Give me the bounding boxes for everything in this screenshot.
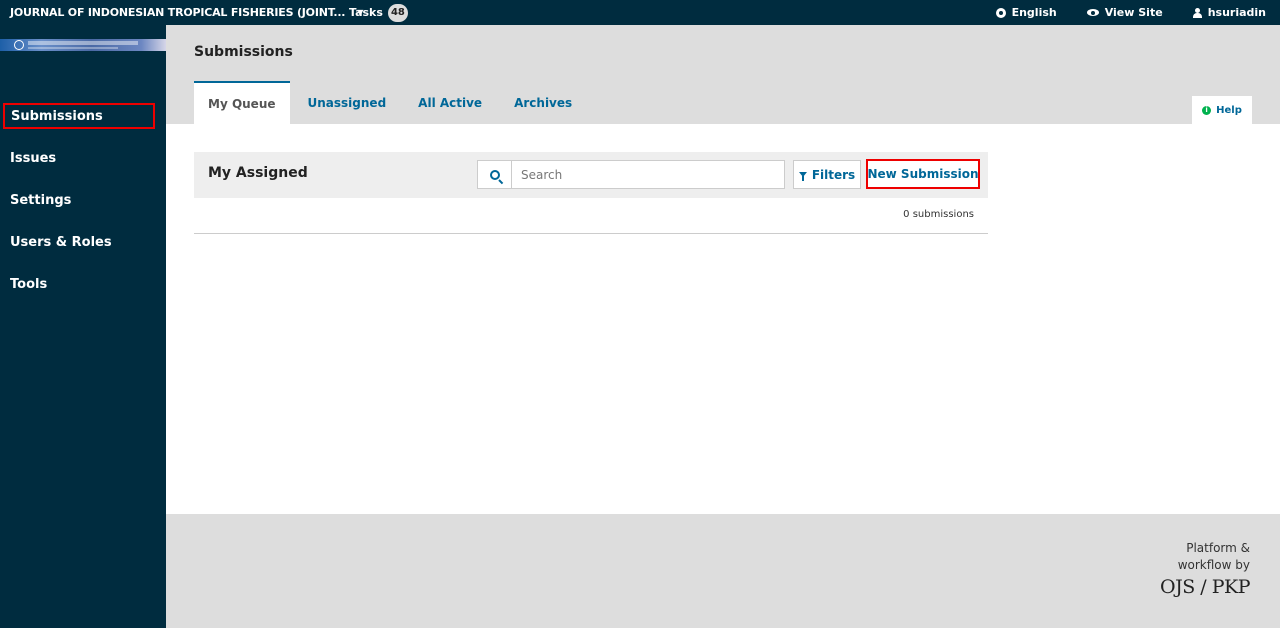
sidebar-item-label: Settings bbox=[10, 192, 72, 208]
search-input[interactable] bbox=[512, 161, 784, 188]
search-box bbox=[477, 160, 785, 189]
pkp-brand-link[interactable]: Platform & workflow by OJS / PKP bbox=[1160, 540, 1250, 598]
tasks-button[interactable]: Tasks 48 bbox=[349, 0, 408, 25]
new-submission-button[interactable]: New Submission bbox=[866, 159, 980, 189]
tab-bar: My Queue Unassigned All Active Archives bbox=[194, 81, 590, 124]
tab-my-queue[interactable]: My Queue bbox=[194, 81, 290, 124]
help-button[interactable]: i Help bbox=[1192, 96, 1252, 124]
panel-footer: 0 submissions bbox=[194, 198, 988, 234]
view-site-label: View Site bbox=[1104, 6, 1163, 19]
logo-emblem bbox=[14, 40, 24, 50]
language-menu[interactable]: English bbox=[995, 6, 1057, 19]
logo-title-strip bbox=[28, 41, 138, 45]
brand-line-1: Platform & bbox=[1186, 541, 1250, 555]
sidebar-item-label: Submissions bbox=[11, 108, 103, 124]
user-icon bbox=[1192, 7, 1202, 18]
sidebar-item-label: Issues bbox=[10, 150, 57, 166]
top-bar: JOURNAL OF INDONESIAN TROPICAL FISHERIES… bbox=[0, 0, 1280, 25]
journal-logo[interactable] bbox=[0, 39, 166, 51]
help-label: Help bbox=[1216, 104, 1242, 116]
sidebar-item-tools[interactable]: Tools bbox=[0, 263, 166, 305]
user-menu[interactable]: hsuriadin bbox=[1192, 6, 1266, 19]
username-label: hsuriadin bbox=[1207, 6, 1266, 19]
page-title: Submissions bbox=[194, 44, 293, 60]
view-site-link[interactable]: View Site bbox=[1086, 6, 1163, 19]
submissions-list-panel: My Assigned Filters New Submission 0 sub… bbox=[194, 152, 988, 234]
tab-all-active[interactable]: All Active bbox=[404, 81, 496, 124]
panel-title: My Assigned bbox=[208, 165, 308, 181]
filters-label: Filters bbox=[811, 167, 856, 182]
sidebar-item-submissions[interactable]: Submissions bbox=[3, 103, 155, 129]
page-footer: Platform & workflow by OJS / PKP bbox=[166, 514, 1280, 628]
search-button[interactable] bbox=[478, 161, 512, 188]
language-label: English bbox=[1011, 6, 1057, 19]
eye-icon bbox=[1086, 9, 1099, 16]
logo-subtitle-strip bbox=[28, 47, 118, 49]
journal-context-switcher[interactable]: JOURNAL OF INDONESIAN TROPICAL FISHERIES… bbox=[10, 0, 363, 25]
sidebar: Submissions Issues Settings Users & Role… bbox=[0, 25, 166, 628]
search-icon bbox=[489, 169, 500, 180]
sidebar-item-label: Tools bbox=[10, 276, 48, 292]
sidebar-item-issues[interactable]: Issues bbox=[0, 137, 166, 179]
sidebar-item-users-roles[interactable]: Users & Roles bbox=[0, 221, 166, 263]
main-content: My Assigned Filters New Submission 0 sub… bbox=[166, 124, 1280, 514]
sidebar-item-settings[interactable]: Settings bbox=[0, 179, 166, 221]
tab-archives[interactable]: Archives bbox=[500, 81, 586, 124]
info-icon: i bbox=[1202, 105, 1212, 115]
sidebar-nav: Submissions Issues Settings Users & Role… bbox=[0, 95, 166, 305]
tasks-count-badge: 48 bbox=[387, 3, 408, 22]
filter-icon bbox=[798, 172, 807, 181]
tab-unassigned[interactable]: Unassigned bbox=[294, 81, 401, 124]
sidebar-item-label: Users & Roles bbox=[10, 234, 112, 250]
page-header: Submissions My Queue Unassigned All Acti… bbox=[166, 25, 1280, 124]
filters-button[interactable]: Filters bbox=[793, 160, 861, 189]
ojs-pkp-logo: OJS / PKP bbox=[1160, 576, 1250, 598]
journal-name: JOURNAL OF INDONESIAN TROPICAL FISHERIES… bbox=[10, 6, 346, 19]
submission-count: 0 submissions bbox=[903, 209, 974, 220]
globe-icon bbox=[995, 7, 1006, 18]
panel-header: My Assigned Filters New Submission bbox=[194, 152, 988, 198]
brand-line-2: workflow by bbox=[1177, 558, 1250, 572]
tasks-label: Tasks bbox=[349, 6, 383, 19]
